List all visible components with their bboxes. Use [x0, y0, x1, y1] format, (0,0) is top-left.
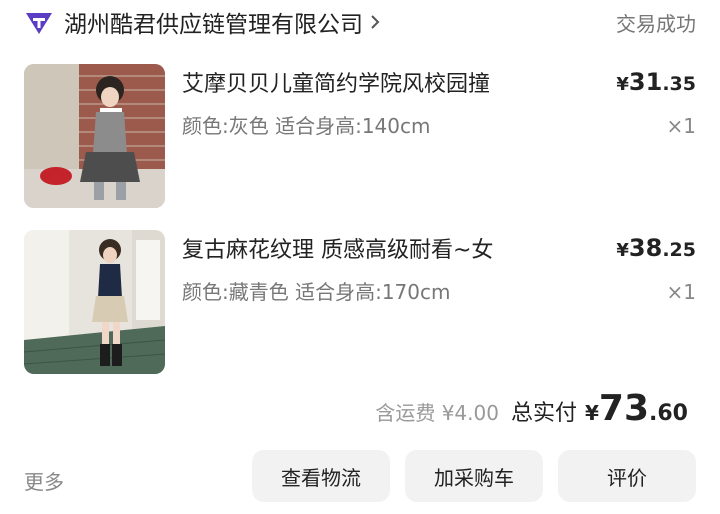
product-price: ¥38.25 — [616, 234, 696, 262]
price-currency: ¥ — [616, 74, 629, 95]
product-quantity: ×1 — [666, 114, 696, 138]
order-header: 湖州酷君供应链管理有限公司 交易成功 — [24, 4, 696, 40]
total-integer: 73 — [598, 388, 650, 429]
order-item[interactable]: 艾摩贝贝儿童简约学院风校园撞 颜色:灰色 适合身高:140cm ¥31.35 ×… — [24, 64, 696, 208]
product-spec: 颜色:灰色 适合身高:140cm — [182, 114, 431, 138]
price-integer: 38 — [628, 234, 663, 262]
total-currency: ¥ — [584, 401, 599, 425]
shipping-fee: 含运费 ¥4.00 — [375, 401, 499, 425]
add-to-purchase-cart-button[interactable]: 加采购车 — [405, 450, 543, 502]
total-label: 总实付 — [510, 401, 577, 426]
price-decimal: .35 — [662, 73, 696, 95]
product-title[interactable]: 艾摩贝贝儿童简约学院风校园撞 — [182, 66, 490, 98]
product-price: ¥31.35 — [616, 68, 696, 96]
product-thumbnail[interactable] — [24, 230, 165, 374]
price-currency: ¥ — [616, 240, 629, 261]
order-item[interactable]: 复古麻花纹理 质感高级耐看~女 颜色:藏青色 适合身高:170cm ¥38.25… — [24, 230, 696, 374]
order-status: 交易成功 — [616, 11, 696, 36]
price-integer: 31 — [628, 68, 663, 96]
store-logo-icon — [26, 13, 52, 34]
product-spec: 颜色:藏青色 适合身高:170cm — [182, 280, 451, 304]
more-link[interactable]: 更多 — [24, 466, 64, 495]
chevron-right-icon[interactable] — [369, 13, 381, 31]
total-decimal: .60 — [649, 401, 688, 426]
product-quantity: ×1 — [666, 280, 696, 304]
view-logistics-button[interactable]: 查看物流 — [252, 450, 390, 502]
review-button[interactable]: 评价 — [558, 450, 696, 502]
product-title[interactable]: 复古麻花纹理 质感高级耐看~女 — [182, 232, 493, 264]
store-name[interactable]: 湖州酷君供应链管理有限公司 — [64, 5, 363, 39]
order-summary: 含运费 ¥4.00 总实付 ¥73.60 — [375, 388, 688, 432]
price-decimal: .25 — [662, 239, 696, 261]
product-thumbnail[interactable] — [24, 64, 165, 208]
